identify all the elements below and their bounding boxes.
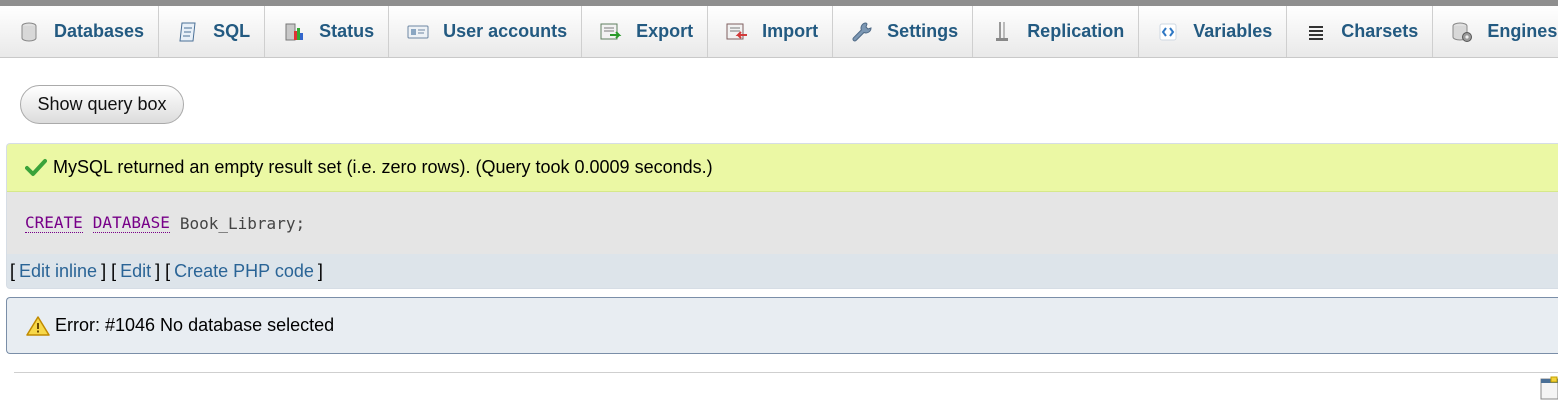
query-result-panel: MySQL returned an empty result set (i.e.… <box>6 143 1558 289</box>
tab-replication-label: Replication <box>1027 21 1125 41</box>
edit-link[interactable]: Edit <box>120 261 151 282</box>
tab-charsets-label: Charsets <box>1341 21 1419 41</box>
tab-import[interactable]: Import <box>708 6 834 57</box>
bracket-open: [ <box>10 260 16 281</box>
tab-engines[interactable]: Engines <box>1433 6 1558 57</box>
checkmark-icon <box>25 158 47 178</box>
bracket-separator: ] [ <box>101 260 117 281</box>
replication-icon <box>991 21 1013 43</box>
engines-icon <box>1451 21 1473 43</box>
tab-export-label: Export <box>636 21 694 41</box>
sql-query-code: CREATE DATABASE Book_Library; <box>7 192 1558 254</box>
show-query-box-button[interactable]: Show query box <box>20 85 184 124</box>
sql-keyword-create[interactable]: CREATE <box>25 213 83 233</box>
bracket-separator: ] [ <box>155 260 171 281</box>
database-icon <box>18 21 40 43</box>
tab-variables-label: Variables <box>1193 21 1273 41</box>
success-message: MySQL returned an empty result set (i.e.… <box>7 144 1558 192</box>
sql-action-links: [ Edit inline ] [ Edit ] [ Create PHP co… <box>7 254 1558 288</box>
tab-settings[interactable]: Settings <box>833 6 974 57</box>
tab-export[interactable]: Export <box>582 6 709 57</box>
bracket-close: ] <box>317 260 323 281</box>
tab-databases-label: Databases <box>54 21 145 41</box>
console-icon[interactable] <box>1538 376 1558 400</box>
status-icon <box>283 21 305 43</box>
variables-icon <box>1157 21 1179 43</box>
tab-user-accounts-label: User accounts <box>443 21 568 41</box>
import-icon <box>726 21 748 43</box>
export-icon <box>600 21 622 43</box>
error-message-text: Error: #1046 No database selected <box>55 315 335 335</box>
edit-inline-link[interactable]: Edit inline <box>19 261 97 282</box>
tab-settings-label: Settings <box>887 21 959 41</box>
sql-keyword-database[interactable]: DATABASE <box>92 213 170 233</box>
tab-status[interactable]: Status <box>265 6 390 57</box>
divider <box>14 372 1558 373</box>
tab-replication[interactable]: Replication <box>973 6 1140 57</box>
warning-icon <box>26 315 50 337</box>
tab-sql-label: SQL <box>213 21 251 41</box>
tab-sql[interactable]: SQL <box>159 6 266 57</box>
wrench-icon <box>851 21 873 43</box>
tab-variables[interactable]: Variables <box>1139 6 1288 57</box>
charsets-icon <box>1305 21 1327 43</box>
success-message-text: MySQL returned an empty result set (i.e.… <box>53 157 713 177</box>
tab-databases[interactable]: Databases <box>0 6 160 57</box>
error-message: Error: #1046 No database selected <box>6 297 1558 354</box>
user-accounts-icon <box>407 21 429 43</box>
sql-identifier: Book_Library; <box>179 213 306 233</box>
tab-import-label: Import <box>762 21 819 41</box>
tab-charsets[interactable]: Charsets <box>1287 6 1434 57</box>
top-menu-tabs: Databases SQL Status User accounts Expor… <box>0 6 1558 58</box>
tab-status-label: Status <box>319 21 375 41</box>
tab-engines-label: Engines <box>1487 21 1558 41</box>
create-php-code-link[interactable]: Create PHP code <box>174 261 314 282</box>
sql-icon <box>177 21 199 43</box>
tab-user-accounts[interactable]: User accounts <box>389 6 583 57</box>
